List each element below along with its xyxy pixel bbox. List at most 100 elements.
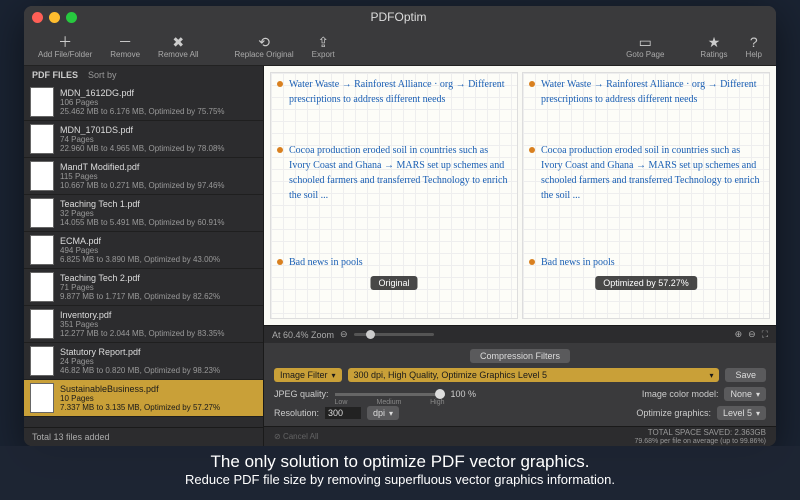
cancel-all-button[interactable]: ⊘ Cancel All (274, 432, 319, 441)
image-filter-select[interactable]: Image Filter▾ (274, 368, 342, 382)
file-name: MDN_1701DS.pdf (60, 125, 257, 135)
file-name: ECMA.pdf (60, 236, 257, 246)
pdf-thumbnail-icon (30, 309, 54, 339)
file-stats: 6.825 MB to 3.890 MB, Optimized by 43.00… (60, 255, 257, 264)
zoom-slider[interactable] (354, 333, 434, 336)
fit-icon[interactable]: ⛶ (762, 329, 768, 340)
file-name: Teaching Tech 1.pdf (60, 199, 257, 209)
file-item[interactable]: ECMA.pdf 494 Pages 6.825 MB to 3.890 MB,… (24, 232, 263, 269)
x-icon: ✖ (172, 34, 184, 50)
goto-page-button[interactable]: ▭Goto Page (618, 32, 672, 61)
file-name: Teaching Tech 2.pdf (60, 273, 257, 283)
image-filter-value-select[interactable]: 300 dpi, High Quality, Optimize Graphics… (348, 368, 720, 382)
save-button[interactable]: Save (725, 368, 766, 382)
file-item[interactable]: Statutory Report.pdf 24 Pages 46.82 MB t… (24, 343, 263, 380)
optimized-label: Optimized by 57.27% (595, 276, 697, 290)
file-info: SustainableBusiness.pdf 10 Pages 7.337 M… (60, 384, 257, 412)
jpeg-value: 100 % (451, 389, 477, 399)
zoom-icon[interactable] (66, 12, 77, 23)
color-model-label: Image color model: (642, 389, 719, 399)
remove-button[interactable]: －Remove (102, 32, 148, 61)
preview-pane: Water Waste → Rainforest Alliance · org … (264, 66, 776, 325)
close-icon[interactable] (32, 12, 43, 23)
pdf-thumbnail-icon (30, 161, 54, 191)
controls-panel: Compression Filters Image Filter▾ 300 dp… (264, 343, 776, 426)
promo-line1: The only solution to optimize PDF vector… (6, 452, 794, 472)
jpeg-slider[interactable]: Low Medium High (335, 393, 445, 396)
remove-all-button[interactable]: ✖Remove All (150, 32, 206, 61)
export-button[interactable]: ⇪Export (304, 32, 343, 61)
toolbar: ＋Add File/Folder －Remove ✖Remove All ⟲Re… (24, 28, 776, 66)
file-name: SustainableBusiness.pdf (60, 384, 257, 394)
file-info: MandT Modified.pdf 115 Pages 10.667 MB t… (60, 162, 257, 190)
file-stats: 22.960 MB to 4.965 MB, Optimized by 78.0… (60, 144, 257, 153)
add-file-button[interactable]: ＋Add File/Folder (30, 32, 100, 61)
file-name: Inventory.pdf (60, 310, 257, 320)
file-info: MDN_1612DG.pdf 106 Pages 25.462 MB to 6.… (60, 88, 257, 116)
help-button[interactable]: ?Help (738, 32, 770, 61)
handwriting: Bad news in pools (541, 255, 763, 270)
window-title: PDFOptim (77, 10, 720, 24)
optimize-graphics-select[interactable]: Level 5▾ (717, 406, 766, 420)
window-controls (32, 12, 77, 23)
color-model-select[interactable]: None▾ (724, 387, 766, 401)
minus-icon: － (118, 34, 132, 50)
export-icon: ⇪ (317, 34, 329, 50)
file-item[interactable]: MDN_1701DS.pdf 74 Pages 22.960 MB to 4.9… (24, 121, 263, 158)
star-icon: ★ (708, 34, 721, 50)
file-name: Statutory Report.pdf (60, 347, 257, 357)
file-name: MandT Modified.pdf (60, 162, 257, 172)
slider-knob[interactable] (366, 330, 375, 339)
file-item[interactable]: Teaching Tech 1.pdf 32 Pages 14.055 MB t… (24, 195, 263, 232)
file-info: Teaching Tech 2.pdf 71 Pages 9.877 MB to… (60, 273, 257, 301)
footer-stats: TOTAL SPACE SAVED: 2.363GB 79.68% per fi… (634, 428, 766, 446)
sidebar-title: PDF FILES (32, 70, 78, 80)
titlebar: PDFOptim (24, 6, 776, 28)
file-item[interactable]: MDN_1612DG.pdf 106 Pages 25.462 MB to 6.… (24, 84, 263, 121)
file-pages: 106 Pages (60, 98, 257, 107)
file-stats: 46.82 MB to 0.820 MB, Optimized by 98.23… (60, 366, 257, 375)
file-pages: 351 Pages (60, 320, 257, 329)
file-pages: 24 Pages (60, 357, 257, 366)
chevron-down-icon: ▾ (709, 371, 713, 380)
handwriting: Bad news in pools (289, 255, 511, 270)
zoom-out-icon[interactable]: ⊖ (340, 329, 348, 340)
zoom-out2-icon[interactable]: ⊖ (748, 329, 756, 340)
file-info: ECMA.pdf 494 Pages 6.825 MB to 3.890 MB,… (60, 236, 257, 264)
original-page[interactable]: Water Waste → Rainforest Alliance · org … (270, 72, 518, 319)
zoom-in-icon[interactable]: ⊕ (735, 329, 743, 340)
file-stats: 12.277 MB to 2.044 MB, Optimized by 83.3… (60, 329, 257, 338)
chevron-down-icon: ▾ (332, 371, 336, 380)
sort-by-label[interactable]: Sort by (88, 70, 117, 80)
minimize-icon[interactable] (49, 12, 60, 23)
replace-original-button[interactable]: ⟲Replace Original (227, 32, 302, 61)
page-icon: ▭ (639, 34, 652, 50)
handwriting: Cocoa production eroded soil in countrie… (289, 143, 511, 203)
pdf-thumbnail-icon (30, 124, 54, 154)
file-item[interactable]: MandT Modified.pdf 115 Pages 10.667 MB t… (24, 158, 263, 195)
optimize-graphics-label: Optimize graphics: (636, 408, 711, 418)
file-item[interactable]: Teaching Tech 2.pdf 71 Pages 9.877 MB to… (24, 269, 263, 306)
chevron-down-icon: ▾ (756, 409, 760, 418)
content-area: Water Waste → Rainforest Alliance · org … (264, 66, 776, 446)
file-info: Statutory Report.pdf 24 Pages 46.82 MB t… (60, 347, 257, 375)
file-info: MDN_1701DS.pdf 74 Pages 22.960 MB to 4.9… (60, 125, 257, 153)
compression-filters-button[interactable]: Compression Filters (470, 349, 570, 363)
slider-knob[interactable] (435, 389, 445, 399)
pdf-thumbnail-icon (30, 346, 54, 376)
jpeg-quality-label: JPEG quality: (274, 389, 329, 399)
help-icon: ? (750, 34, 758, 50)
pdf-thumbnail-icon (30, 383, 54, 413)
chevron-down-icon: ▾ (756, 390, 760, 399)
file-item[interactable]: SustainableBusiness.pdf 10 Pages 7.337 M… (24, 380, 263, 417)
optimized-page[interactable]: Water Waste → Rainforest Alliance · org … (522, 72, 770, 319)
resolution-input[interactable] (325, 407, 361, 419)
file-item[interactable]: Inventory.pdf 351 Pages 12.277 MB to 2.0… (24, 306, 263, 343)
handwriting: Water Waste → Rainforest Alliance · org … (289, 77, 511, 107)
handwriting: Cocoa production eroded soil in countrie… (541, 143, 763, 203)
pdf-thumbnail-icon (30, 235, 54, 265)
pdf-thumbnail-icon (30, 87, 54, 117)
dpi-select[interactable]: dpi▾ (367, 406, 399, 420)
ratings-button[interactable]: ★Ratings (692, 32, 735, 61)
pdf-thumbnail-icon (30, 198, 54, 228)
